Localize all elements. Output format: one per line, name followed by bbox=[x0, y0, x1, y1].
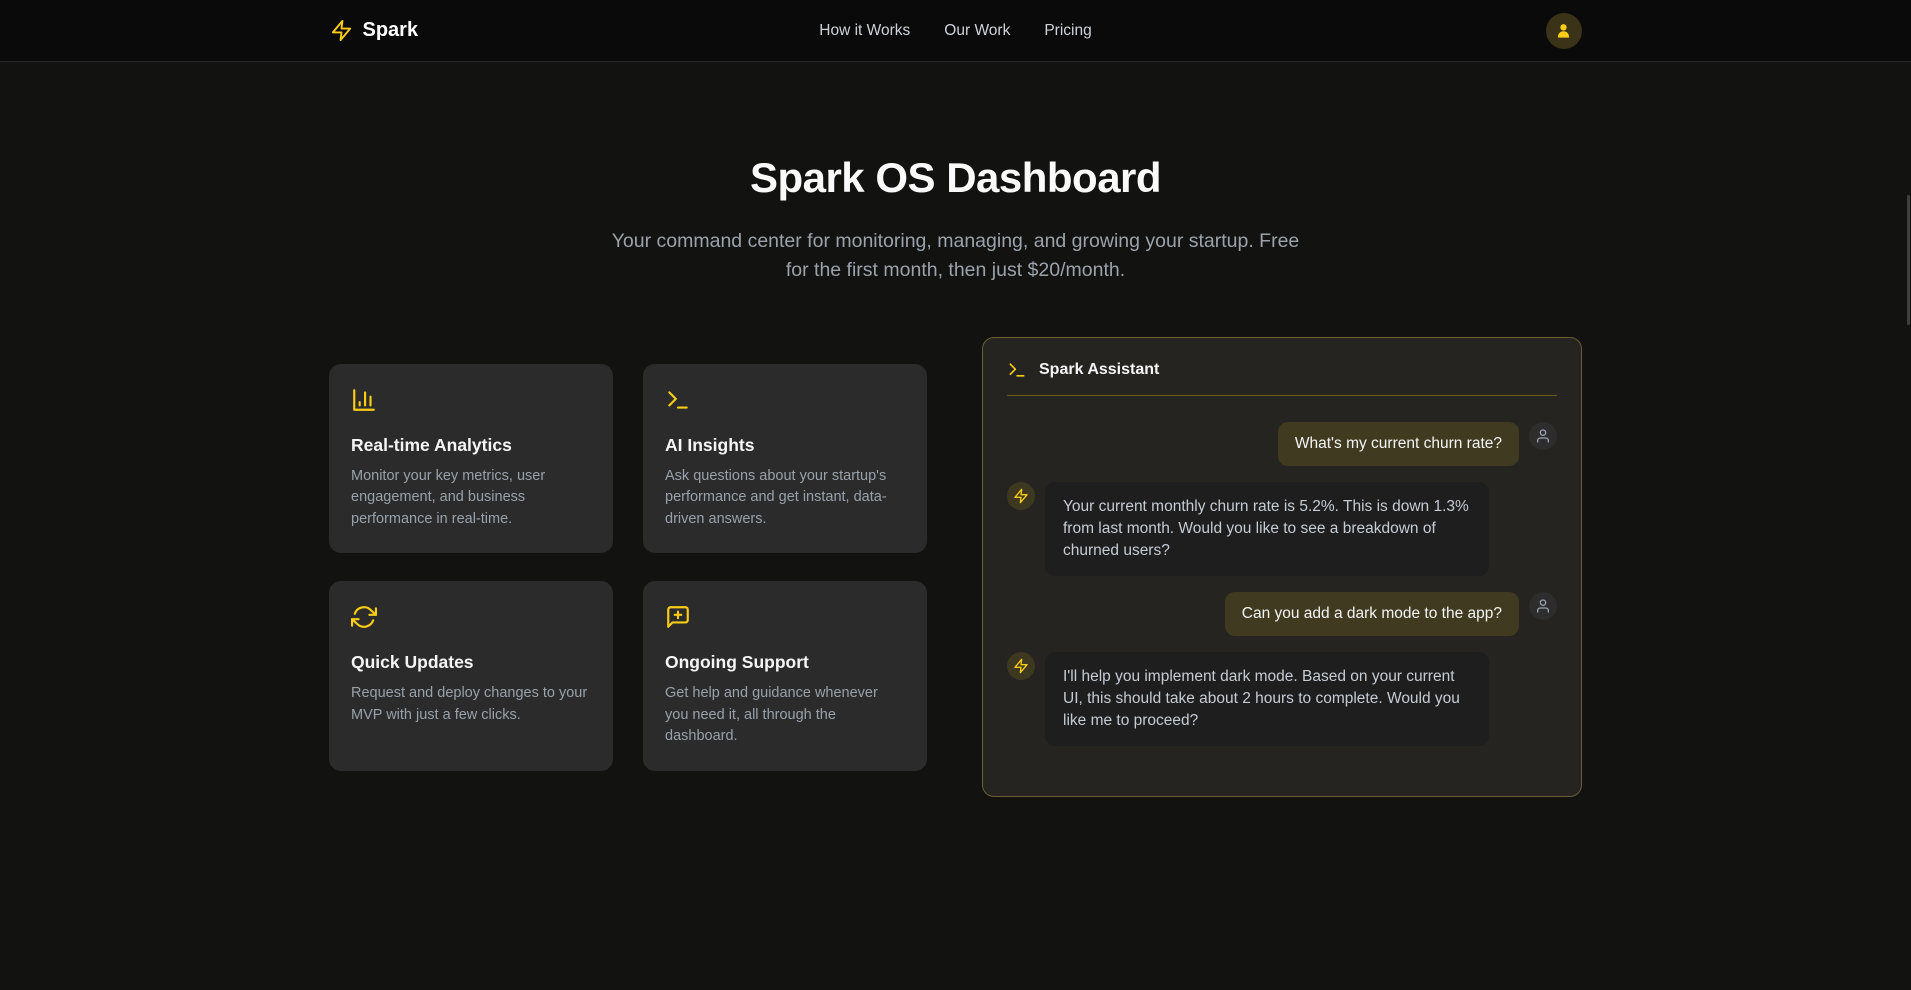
hero-section: Spark OS Dashboard Your command center f… bbox=[0, 154, 1911, 285]
scrollbar[interactable] bbox=[1907, 195, 1910, 325]
user-avatar bbox=[1529, 592, 1557, 620]
brand-logo[interactable]: Spark bbox=[330, 19, 419, 42]
chat-message-user: Can you add a dark mode to the app? bbox=[1007, 592, 1557, 636]
feature-description: Get help and guidance whenever you need … bbox=[665, 683, 905, 748]
nav-link-pricing[interactable]: Pricing bbox=[1044, 22, 1091, 40]
zap-icon bbox=[1013, 488, 1029, 504]
bar-chart-icon bbox=[351, 387, 377, 413]
page-subtitle: Your command center for monitoring, mana… bbox=[611, 227, 1301, 285]
terminal-icon bbox=[1007, 360, 1027, 380]
feature-title: AI Insights bbox=[665, 435, 905, 456]
feature-card-ai-insights: AI Insights Ask questions about your sta… bbox=[643, 364, 927, 554]
feature-card-ongoing-support: Ongoing Support Get help and guidance wh… bbox=[643, 581, 927, 771]
chat-message-assistant: Your current monthly churn rate is 5.2%.… bbox=[1007, 482, 1557, 576]
message-square-plus-icon bbox=[665, 604, 691, 630]
zap-icon bbox=[330, 19, 353, 42]
user-avatar bbox=[1529, 422, 1557, 450]
chat-messages: What's my current churn rate? Your curre… bbox=[1007, 422, 1557, 746]
navbar: Spark How it Works Our Work Pricing bbox=[0, 0, 1911, 62]
feature-card-real-time-analytics: Real-time Analytics Monitor your key met… bbox=[329, 364, 613, 554]
feature-description: Request and deploy changes to your MVP w… bbox=[351, 683, 591, 726]
spark-assistant-panel: Spark Assistant What's my current churn … bbox=[982, 337, 1582, 797]
assistant-message-bubble: Your current monthly churn rate is 5.2%.… bbox=[1045, 482, 1489, 576]
main-content: Real-time Analytics Monitor your key met… bbox=[0, 337, 1911, 797]
terminal-icon bbox=[665, 387, 691, 413]
feature-title: Real-time Analytics bbox=[351, 435, 591, 456]
nav-links: How it Works Our Work Pricing bbox=[819, 22, 1091, 40]
assistant-title: Spark Assistant bbox=[1039, 361, 1159, 379]
feature-description: Ask questions about your startup's perfo… bbox=[665, 466, 905, 531]
user-icon bbox=[1535, 428, 1551, 444]
feature-title: Ongoing Support bbox=[665, 652, 905, 673]
user-message-bubble: Can you add a dark mode to the app? bbox=[1225, 592, 1519, 636]
user-message-bubble: What's my current churn rate? bbox=[1278, 422, 1519, 466]
user-icon bbox=[1535, 598, 1551, 614]
refresh-icon bbox=[351, 604, 377, 630]
feature-card-quick-updates: Quick Updates Request and deploy changes… bbox=[329, 581, 613, 771]
user-filled-icon bbox=[1554, 21, 1573, 40]
nav-link-how-it-works[interactable]: How it Works bbox=[819, 22, 910, 40]
chat-message-assistant: I'll help you implement dark mode. Based… bbox=[1007, 652, 1557, 746]
features-grid: Real-time Analytics Monitor your key met… bbox=[329, 364, 927, 771]
feature-description: Monitor your key metrics, user engagemen… bbox=[351, 466, 591, 531]
page-title: Spark OS Dashboard bbox=[0, 154, 1911, 202]
brand-name: Spark bbox=[363, 19, 419, 42]
assistant-message-bubble: I'll help you implement dark mode. Based… bbox=[1045, 652, 1489, 746]
zap-icon bbox=[1013, 658, 1029, 674]
account-avatar-button[interactable] bbox=[1546, 13, 1582, 49]
nav-link-our-work[interactable]: Our Work bbox=[944, 22, 1010, 40]
divider bbox=[1007, 395, 1557, 396]
assistant-header: Spark Assistant bbox=[1007, 360, 1557, 380]
chat-message-user: What's my current churn rate? bbox=[1007, 422, 1557, 466]
assistant-avatar bbox=[1007, 652, 1035, 680]
assistant-avatar bbox=[1007, 482, 1035, 510]
feature-title: Quick Updates bbox=[351, 652, 591, 673]
